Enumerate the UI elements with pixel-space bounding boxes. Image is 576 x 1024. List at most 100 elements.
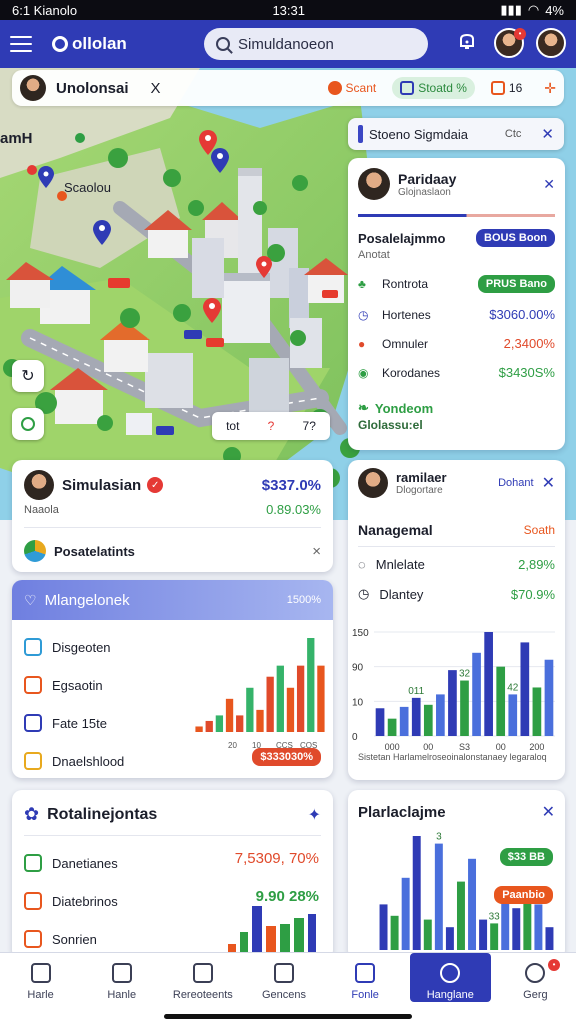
chart-bar[interactable] bbox=[412, 836, 421, 950]
nav-item-settings[interactable]: Gerg • bbox=[495, 953, 576, 1024]
totals-value1: 7,5309, 70% bbox=[234, 850, 319, 867]
search-placeholder[interactable]: Simuldanoeon bbox=[238, 36, 334, 53]
profile-row[interactable]: ◷ Hortenes $3060.00% bbox=[358, 307, 555, 322]
chart-data-label: 3 bbox=[436, 832, 442, 843]
chart-bar[interactable] bbox=[411, 697, 421, 736]
chart-bar[interactable] bbox=[307, 638, 315, 732]
map-control-3[interactable]: 7? bbox=[303, 419, 316, 433]
chart-bar[interactable] bbox=[286, 687, 295, 732]
plan-pill-2[interactable]: Paanbio bbox=[494, 886, 553, 904]
management-bar-chart: 20 10 CCS COS bbox=[195, 638, 325, 750]
chart-bar[interactable] bbox=[215, 715, 224, 732]
chart-bar[interactable] bbox=[276, 665, 284, 732]
user-avatar[interactable] bbox=[536, 28, 566, 58]
chart-bar[interactable] bbox=[256, 709, 264, 732]
chip-status[interactable]: Stoatd % bbox=[392, 77, 475, 99]
chart-bar[interactable] bbox=[468, 858, 477, 950]
nav-item-home[interactable]: Harle bbox=[0, 953, 81, 1024]
expand-icon[interactable]: ✦ bbox=[308, 805, 321, 825]
profile-footer-line1[interactable]: Yondeom bbox=[375, 401, 433, 416]
chart-bar[interactable] bbox=[225, 698, 234, 732]
chart-bar[interactable] bbox=[512, 908, 521, 950]
chart-bar[interactable] bbox=[534, 904, 543, 950]
simulation-item[interactable]: Posatelatints bbox=[54, 544, 135, 559]
user-avatar-secondary[interactable]: • bbox=[494, 28, 526, 58]
profile-row[interactable]: ♣ Rontrota PRUS Bano bbox=[358, 275, 555, 293]
chart-bar[interactable] bbox=[523, 896, 532, 950]
plan-pill-1[interactable]: $33 BB bbox=[499, 848, 553, 866]
chart-bar[interactable] bbox=[205, 720, 213, 732]
nav-item-active[interactable]: Hanglane bbox=[409, 953, 491, 1002]
shield-icon bbox=[24, 752, 42, 770]
chart-bar[interactable] bbox=[390, 915, 399, 950]
map-control-2[interactable]: ? bbox=[268, 419, 275, 433]
detail-title-action[interactable]: Soath bbox=[524, 523, 555, 537]
notification-icon[interactable] bbox=[452, 28, 482, 58]
chart-bar[interactable] bbox=[496, 666, 506, 736]
close-icon[interactable]: ✕ bbox=[541, 125, 554, 143]
expand-icon[interactable]: ✕ bbox=[542, 802, 555, 822]
management-pill[interactable]: $333030% bbox=[252, 748, 321, 766]
chart-bar[interactable] bbox=[401, 877, 410, 950]
chart-bar[interactable] bbox=[508, 694, 518, 736]
search-bar[interactable]: Simuldanoeon bbox=[204, 28, 428, 60]
chart-icon bbox=[24, 638, 42, 656]
chart-bar[interactable] bbox=[445, 927, 454, 950]
chart-bar[interactable] bbox=[436, 694, 445, 736]
chart-bar[interactable] bbox=[472, 652, 481, 736]
nav-item-calendar[interactable]: Hanle bbox=[81, 953, 162, 1024]
app-logo[interactable]: ollolan bbox=[52, 34, 127, 54]
chart-bar[interactable] bbox=[532, 687, 542, 736]
chart-bar[interactable] bbox=[484, 632, 493, 736]
chart-bar[interactable] bbox=[456, 881, 465, 950]
chart-bar[interactable] bbox=[266, 676, 274, 732]
chip-count[interactable]: 16 bbox=[483, 77, 530, 99]
chart-bar[interactable] bbox=[423, 919, 432, 950]
chart-bar[interactable] bbox=[387, 718, 397, 736]
chart-bar[interactable] bbox=[448, 670, 457, 736]
chip-scant[interactable]: Scant bbox=[320, 77, 385, 99]
chart-bar[interactable] bbox=[490, 923, 499, 950]
location-avatar[interactable] bbox=[20, 75, 46, 101]
close-item-button[interactable]: × bbox=[312, 543, 321, 560]
menu-icon[interactable] bbox=[10, 36, 32, 52]
detail-bar-chart: 15090100000 00 S3 00 2000113242 bbox=[352, 628, 555, 752]
profile-row[interactable]: ● Omnuler 2,3400% bbox=[358, 336, 555, 351]
chart-bar[interactable] bbox=[520, 642, 530, 736]
sim-strip-action[interactable]: Ctc bbox=[505, 128, 522, 140]
chart-bar[interactable] bbox=[379, 904, 388, 950]
chart-bar[interactable] bbox=[375, 708, 385, 736]
close-location-button[interactable]: X bbox=[151, 80, 161, 97]
locate-button[interactable]: ↻ bbox=[12, 360, 44, 392]
chart-bar[interactable] bbox=[296, 665, 305, 732]
chart-bar[interactable] bbox=[423, 704, 433, 736]
profile-avatar[interactable] bbox=[358, 168, 390, 200]
profile-footer-line2: Glolassu:el bbox=[358, 418, 423, 432]
detail-avatar[interactable] bbox=[358, 468, 388, 498]
profile-row[interactable]: ◉ Korodanes $3430S% bbox=[358, 365, 555, 380]
detail-action[interactable]: Dohant bbox=[498, 477, 533, 489]
expand-icon[interactable]: ✕ bbox=[542, 473, 555, 493]
layers-button[interactable] bbox=[12, 408, 44, 440]
simulation-avatar[interactable] bbox=[24, 470, 54, 500]
grid-icon bbox=[400, 81, 415, 95]
chart-xtick-label: 20 bbox=[228, 741, 237, 750]
pin-icon[interactable]: ✛ bbox=[544, 80, 556, 97]
chart-bar[interactable] bbox=[434, 843, 443, 950]
chart-bar[interactable] bbox=[317, 665, 325, 732]
chart-bar[interactable] bbox=[460, 680, 469, 736]
expand-icon[interactable]: ✕ bbox=[543, 176, 555, 193]
chart-bar[interactable] bbox=[195, 726, 203, 732]
chart-bar[interactable] bbox=[246, 687, 254, 732]
chart-bar[interactable] bbox=[479, 919, 488, 950]
chart-xtick-label: S3 bbox=[459, 742, 470, 752]
chart-bar[interactable] bbox=[236, 715, 244, 732]
map-control-1[interactable]: tot bbox=[226, 419, 239, 433]
chart-bar[interactable] bbox=[399, 706, 409, 736]
chart-bar[interactable] bbox=[544, 659, 554, 736]
management-header-value: 1500% bbox=[286, 594, 321, 606]
chart-xtick-label: 00 bbox=[423, 742, 433, 752]
chart-bar[interactable] bbox=[545, 927, 554, 950]
logo-ring-icon bbox=[52, 36, 68, 52]
section-pill[interactable]: BOUS Boon bbox=[476, 229, 555, 247]
